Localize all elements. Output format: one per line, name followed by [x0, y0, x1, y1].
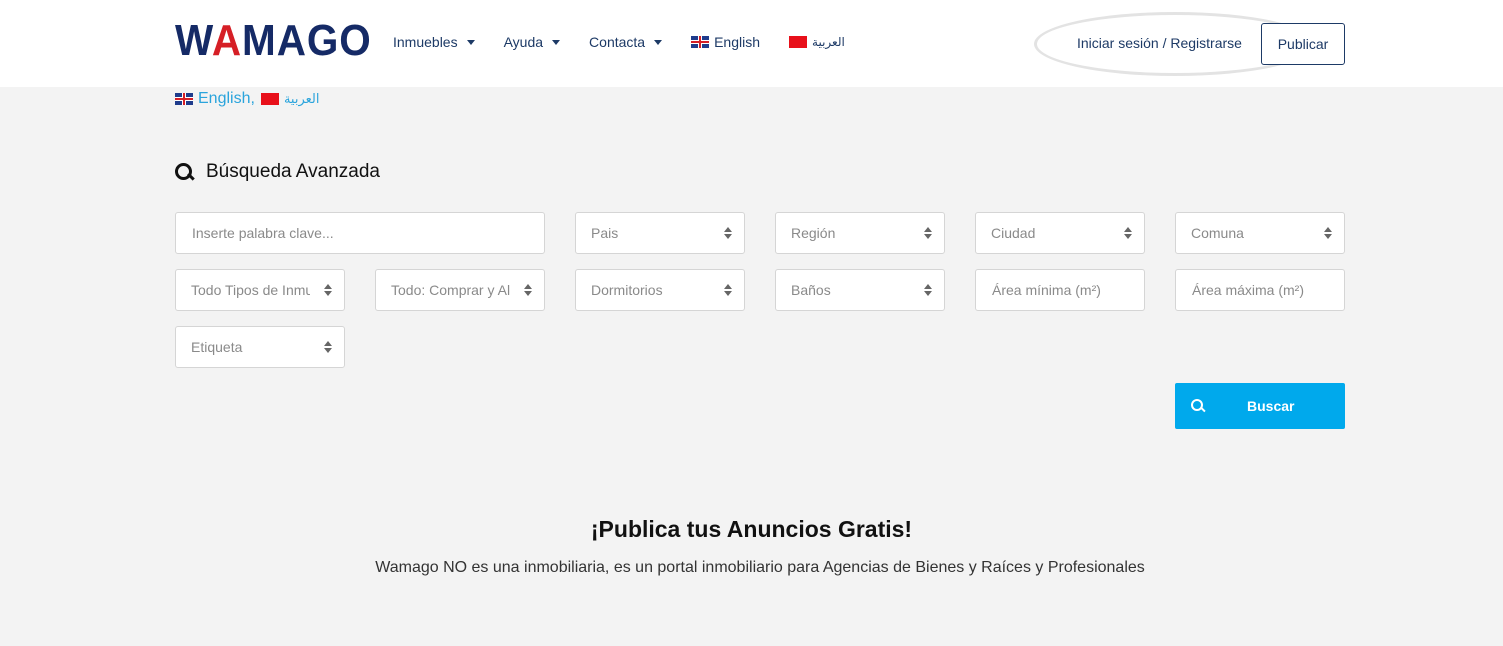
sort-arrows-icon: [324, 284, 332, 297]
nav-contacta[interactable]: Contacta: [589, 33, 663, 51]
banos-select[interactable]: Baños: [775, 269, 945, 311]
morocco-flag-icon: [260, 93, 279, 105]
search-icon: [175, 163, 193, 181]
sort-arrows-icon: [724, 284, 732, 297]
nav-contacta-label: Contacta: [589, 34, 646, 50]
tipos-select-label: Todo Tipos de Inmuebles: [191, 282, 310, 298]
search-icon: [1191, 399, 1205, 413]
chevron-down-icon: [654, 40, 663, 45]
advanced-search-title: Búsqueda Avanzada: [175, 161, 380, 183]
promo-title: ¡Publica tus Anuncios Gratis!: [590, 516, 913, 542]
keyword-placeholder: Inserte palabra clave...: [192, 225, 334, 241]
main-nav: Inmuebles Ayuda Contacta English العربية: [393, 33, 874, 51]
top-header: WAMAGO Inmuebles Ayuda Contacta English …: [0, 0, 1503, 87]
chevron-down-icon: [552, 40, 561, 45]
sort-arrows-icon: [324, 341, 332, 354]
sort-arrows-icon: [1124, 227, 1132, 240]
area-max-input[interactable]: Área máxima (m²): [1175, 269, 1345, 311]
comprar-alquilar-select[interactable]: Todo: Comprar y Alquilar: [375, 269, 545, 311]
nav-inmuebles-label: Inmuebles: [393, 34, 458, 50]
buscar-button[interactable]: Buscar: [1175, 383, 1345, 429]
lang-separator: ,: [250, 90, 255, 107]
dormitorios-select[interactable]: Dormitorios: [575, 269, 745, 311]
ciudad-select-label: Ciudad: [991, 225, 1036, 241]
lang-arabic-link[interactable]: العربية: [284, 92, 320, 107]
uk-flag-icon: [175, 93, 193, 105]
uk-flag-icon: [691, 36, 710, 48]
nav-lang-english[interactable]: English: [691, 33, 760, 51]
ciudad-select[interactable]: Ciudad: [975, 212, 1145, 254]
region-select-label: Región: [791, 225, 836, 241]
nav-inmuebles[interactable]: Inmuebles: [393, 33, 475, 51]
banos-select-label: Baños: [791, 282, 831, 298]
nav-english-label: English: [714, 34, 761, 50]
chevron-down-icon: [466, 40, 475, 45]
area-min-placeholder: Área mínima (m²): [992, 282, 1101, 298]
publicar-button[interactable]: Publicar: [1261, 23, 1345, 65]
promo-subtitle: Wamago NO es una inmobiliaria, es un por…: [375, 559, 1145, 576]
nav-arabic-label: العربية: [812, 35, 845, 49]
morocco-flag-icon: [789, 36, 808, 48]
dormitorios-select-label: Dormitorios: [591, 282, 663, 298]
sort-arrows-icon: [524, 284, 532, 297]
sort-arrows-icon: [924, 227, 932, 240]
sort-arrows-icon: [1324, 227, 1332, 240]
sort-arrows-icon: [924, 284, 932, 297]
language-bar: English, العربية: [175, 90, 319, 108]
wamago-logo[interactable]: WAMAGO: [175, 19, 372, 63]
nav-ayuda-label: Ayuda: [503, 34, 544, 50]
keyword-input[interactable]: Inserte palabra clave...: [175, 212, 545, 254]
comprar-select-label: Todo: Comprar y Alquilar: [391, 282, 510, 298]
sort-arrows-icon: [724, 227, 732, 240]
advanced-search-label: Búsqueda Avanzada: [206, 161, 380, 182]
comuna-select[interactable]: Comuna: [1175, 212, 1345, 254]
nav-lang-arabic[interactable]: العربية: [789, 33, 845, 51]
etiqueta-select-label: Etiqueta: [191, 339, 243, 355]
tipos-select[interactable]: Todo Tipos de Inmuebles: [175, 269, 345, 311]
buscar-button-label: Buscar: [1247, 398, 1295, 414]
region-select[interactable]: Región: [775, 212, 945, 254]
pais-select-label: Pais: [591, 225, 619, 241]
nav-ayuda[interactable]: Ayuda: [503, 33, 561, 51]
pais-select[interactable]: Pais: [575, 212, 745, 254]
lang-english-link[interactable]: English: [198, 90, 250, 108]
area-max-placeholder: Área máxima (m²): [1192, 282, 1305, 298]
login-register-link[interactable]: Iniciar sesión / Registrarse: [1077, 35, 1242, 51]
comuna-select-label: Comuna: [1191, 225, 1244, 241]
area-min-input[interactable]: Área mínima (m²): [975, 269, 1145, 311]
etiqueta-select[interactable]: Etiqueta: [175, 326, 345, 368]
